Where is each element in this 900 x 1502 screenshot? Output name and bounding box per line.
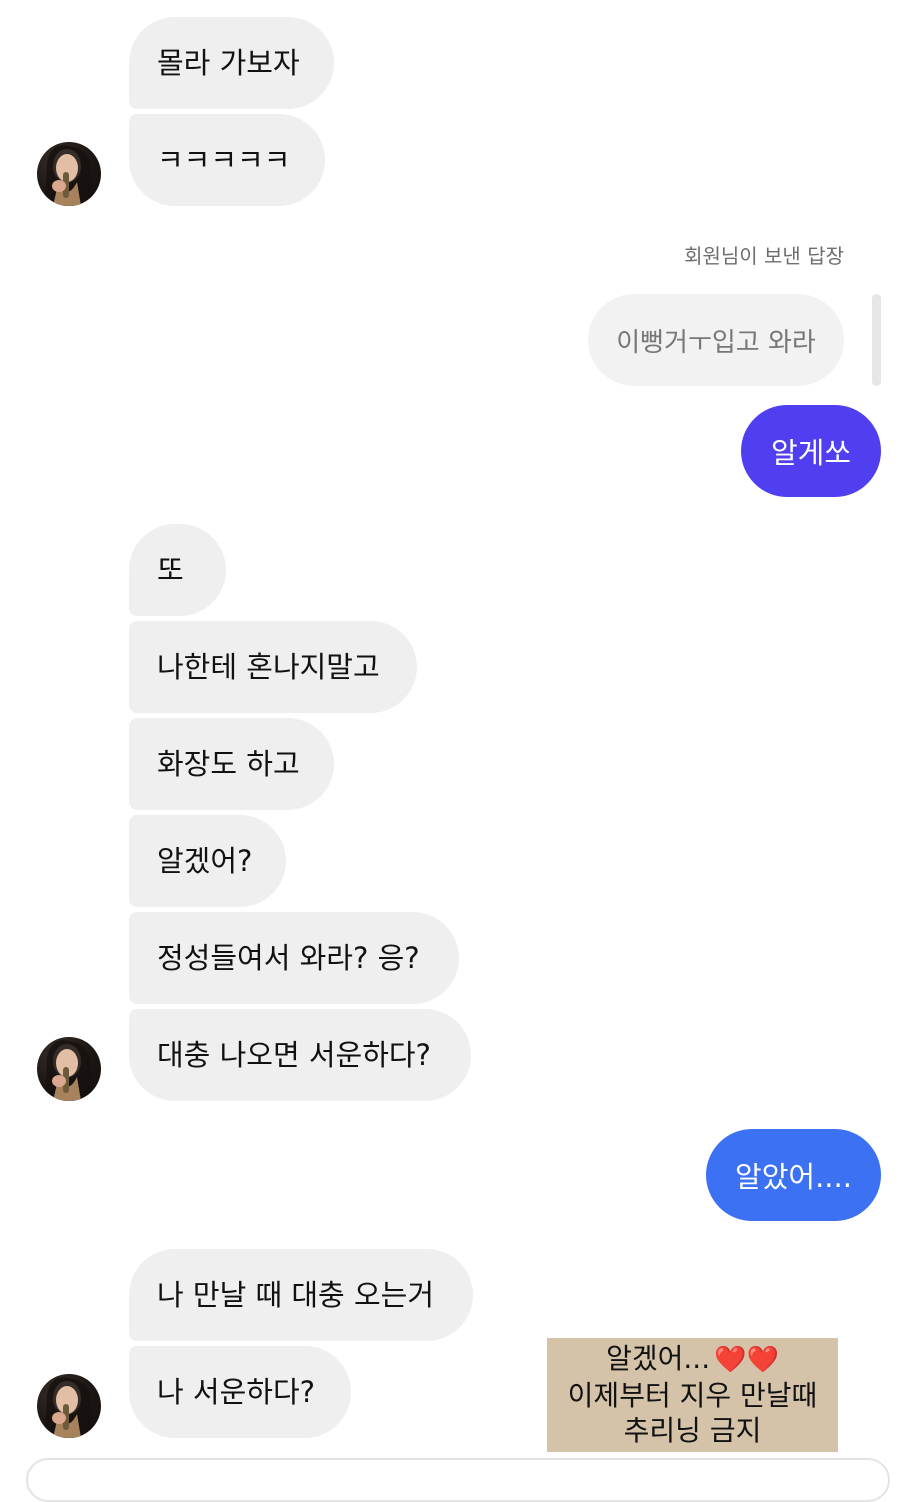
avatar-photo-icon [45, 1377, 93, 1438]
outgoing-message[interactable]: 알았어.... [706, 1129, 881, 1221]
message-text: 알았어.... [735, 1160, 852, 1194]
incoming-message[interactable]: 알겠어? [129, 815, 286, 907]
message-text: 나한테 혼나지말고 [157, 649, 380, 684]
sender-avatar[interactable] [37, 1037, 101, 1101]
message-composer[interactable] [26, 1458, 890, 1502]
message-text: 알겠어? [157, 843, 253, 878]
quoted-message[interactable]: 이뻥거ㅜ입고 와라 [588, 294, 844, 386]
incoming-message[interactable]: 몰라 가보자 [129, 17, 334, 109]
message-text: 알게쏘 [770, 436, 852, 470]
overlay-caption: 알겠어... ❤️❤️ 이제부터 지우 만날때 추리닝 금지 [547, 1338, 838, 1452]
quoted-text: 이뻥거ㅜ입고 와라 [616, 327, 816, 358]
incoming-message[interactable]: 정성들여서 와라? 응? [129, 912, 459, 1004]
incoming-message[interactable]: 화장도 하고 [129, 718, 334, 810]
message-text: 몰라 가보자 [157, 45, 300, 80]
caption-line-1: 알겠어... ❤️❤️ [547, 1341, 838, 1378]
heart-icon: ❤️❤️ [714, 1345, 779, 1375]
caption-line-2: 이제부터 지우 만날때 [567, 1379, 818, 1412]
message-text: ㅋㅋㅋㅋㅋ [157, 142, 291, 177]
message-text: 나 만날 때 대충 오는거 [157, 1277, 434, 1312]
sender-avatar[interactable] [37, 1374, 101, 1438]
message-text: 대충 나오면 서운하다? [157, 1037, 431, 1072]
caption-line-1-text: 알겠어... [606, 1342, 711, 1375]
reply-caption: 회원님이 보낸 답장 [684, 244, 844, 268]
incoming-message[interactable]: ㅋㅋㅋㅋㅋ [129, 114, 325, 206]
outgoing-message[interactable]: 알게쏘 [741, 405, 881, 497]
avatar-photo-icon [45, 145, 93, 206]
message-text: 나 서운하다? [157, 1374, 316, 1409]
caption-line-3: 추리닝 금지 [623, 1414, 762, 1447]
message-text: 또 [157, 552, 184, 587]
incoming-message[interactable]: 나 만날 때 대충 오는거 [129, 1249, 473, 1341]
message-text: 화장도 하고 [157, 746, 300, 781]
message-text: 정성들여서 와라? 응? [157, 940, 420, 975]
incoming-message[interactable]: 대충 나오면 서운하다? [129, 1009, 471, 1101]
sender-avatar[interactable] [37, 142, 101, 206]
reply-indicator-bar [872, 294, 881, 386]
incoming-message[interactable]: 나한테 혼나지말고 [129, 621, 417, 713]
incoming-message[interactable]: 나 서운하다? [129, 1346, 351, 1438]
incoming-message[interactable]: 또 [129, 524, 226, 616]
avatar-photo-icon [45, 1040, 93, 1101]
